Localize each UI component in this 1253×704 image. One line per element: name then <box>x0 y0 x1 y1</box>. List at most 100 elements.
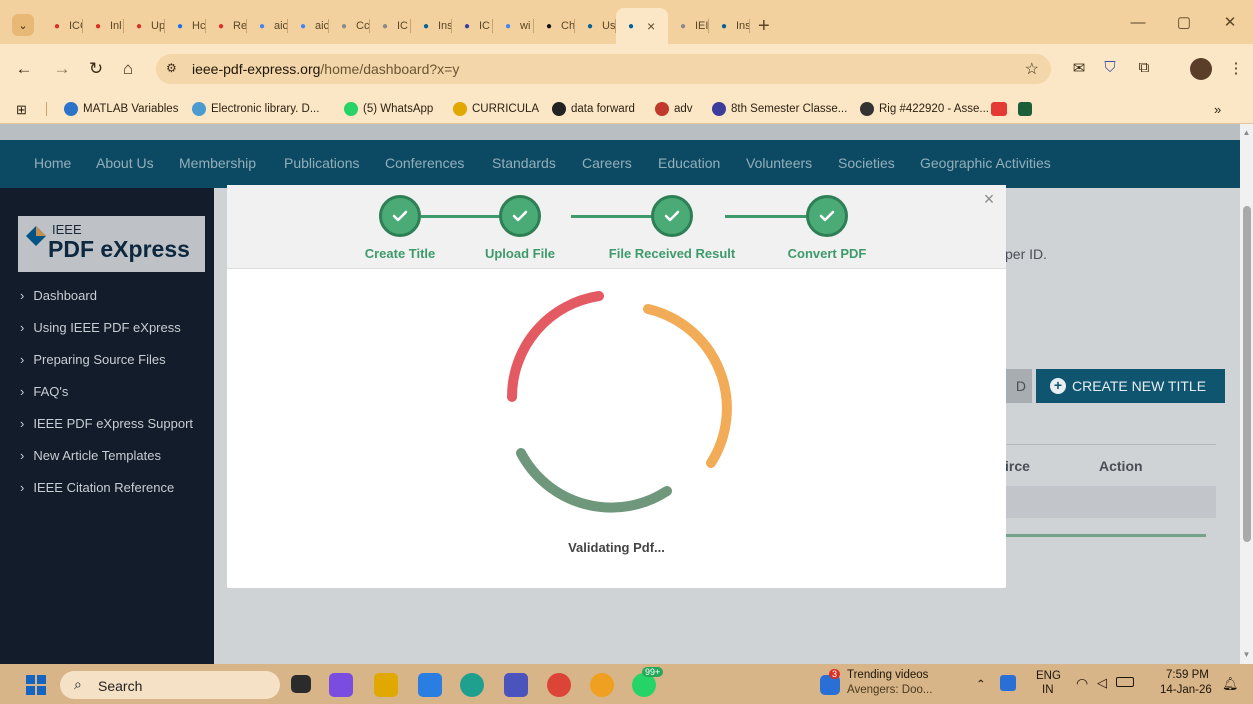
nav-link[interactable]: Volunteers <box>746 155 812 171</box>
close-window-button[interactable]: ✕ <box>1207 0 1253 44</box>
url-path: /home/dashboard?x=y <box>320 61 460 77</box>
browser-tab[interactable]: ● IC <box>370 11 411 41</box>
bookmark-item[interactable]: Electronic library. D... <box>192 102 319 116</box>
forward-icon[interactable]: → <box>52 59 72 79</box>
bookmark-item[interactable]: Rig #422920 - Asse... <box>860 102 989 116</box>
app-bookmark-icon[interactable] <box>1018 102 1032 116</box>
browser-tab[interactable]: ● Re <box>206 11 247 41</box>
browser-tab[interactable]: ● Up <box>124 11 165 41</box>
browser-tab[interactable]: ● IEI <box>668 11 709 41</box>
sidebar-item[interactable]: › FAQ's <box>20 384 68 399</box>
browser-tab[interactable]: ● Us <box>575 11 616 41</box>
browser-tab[interactable]: ● Ins <box>411 11 452 41</box>
scroll-up-icon[interactable]: ▲ <box>1242 128 1251 137</box>
sidebar-item[interactable]: › Preparing Source Files <box>20 352 166 367</box>
sidebar-item[interactable]: › Dashboard <box>20 288 97 303</box>
close-modal-button[interactable]: × <box>980 190 998 208</box>
menu-icon[interactable]: ⋮ <box>1226 59 1246 77</box>
browser-tab[interactable]: ● Hc <box>165 11 206 41</box>
teams-icon[interactable] <box>504 673 528 697</box>
browser-tab[interactable]: ● aic <box>247 11 288 41</box>
app-icon[interactable] <box>590 673 614 697</box>
minimize-button[interactable]: — <box>1115 0 1161 44</box>
close-tab-icon[interactable]: × <box>647 18 655 34</box>
mail-icon[interactable]: ✉ <box>1069 59 1089 77</box>
tray-app-icon[interactable] <box>1000 675 1016 691</box>
widgets-icon[interactable]: 3 <box>820 669 841 695</box>
sidebar-item[interactable]: › IEEE Citation Reference <box>20 480 174 495</box>
trending-subtitle[interactable]: Avengers: Doo... <box>847 684 932 696</box>
create-new-title-button[interactable]: + CREATE NEW TITLE <box>1036 369 1225 403</box>
clock-time[interactable]: 7:59 PM <box>1166 669 1209 681</box>
apps-grid-icon[interactable]: ⊞ <box>16 102 27 118</box>
tab-search-icon[interactable]: ⌄ <box>12 14 34 36</box>
wifi-icon[interactable]: ◠ <box>1076 675 1088 692</box>
sidebar-item[interactable]: › Using IEEE PDF eXpress <box>20 320 181 335</box>
sidebar-item[interactable]: › New Article Templates <box>20 448 161 463</box>
tab-label: Re <box>233 20 247 32</box>
sidebar-item[interactable]: › IEEE PDF eXpress Support <box>20 416 193 431</box>
browser-tab[interactable]: ● Inl <box>83 11 124 41</box>
extensions-icon[interactable]: ⧉ <box>1134 59 1154 76</box>
browser-tab[interactable]: ● IC <box>452 11 493 41</box>
restore-button[interactable]: ▢ <box>1161 0 1207 44</box>
nav-link[interactable]: Publications <box>284 155 360 171</box>
whatsapp-icon[interactable]: 99+ <box>632 667 664 697</box>
bookmark-item[interactable]: data forward <box>552 102 635 116</box>
tab-active[interactable]: ● × <box>616 8 668 44</box>
bookmark-item[interactable]: adv <box>655 102 693 116</box>
site-info-icon[interactable]: ⚙ <box>166 61 177 75</box>
language-bottom[interactable]: IN <box>1042 684 1054 696</box>
task-view-icon[interactable] <box>291 675 311 693</box>
address-bar[interactable]: ⚙ ieee-pdf-express.org/home/dashboard?x=… <box>156 54 1051 84</box>
browser-tab[interactable]: ● ICC <box>42 11 83 41</box>
volume-icon[interactable]: ◁ <box>1097 675 1107 691</box>
chrome-icon[interactable] <box>547 673 571 697</box>
notification-icon[interactable]: 🔔︎ <box>1222 676 1239 692</box>
nav-link[interactable]: Geographic Activities <box>920 155 1051 171</box>
nav-link[interactable]: Careers <box>582 155 632 171</box>
nav-link[interactable]: About Us <box>96 155 154 171</box>
page-scrollbar[interactable]: ▲ ▼ <box>1240 124 1253 664</box>
shield-extension-icon[interactable]: ⛉ <box>1100 59 1120 76</box>
bookmark-item[interactable]: MATLAB Variables <box>64 102 178 116</box>
youtube-icon[interactable] <box>991 102 1007 116</box>
taskbar-search[interactable]: ⌕ Search <box>60 671 280 699</box>
nav-link[interactable]: Standards <box>492 155 556 171</box>
language-top[interactable]: ENG <box>1036 670 1061 682</box>
nav-link[interactable]: Membership <box>179 155 256 171</box>
browser-tab[interactable]: ● Cc <box>329 11 370 41</box>
new-tab-button[interactable]: + <box>758 15 770 38</box>
copilot-icon[interactable] <box>329 673 353 697</box>
reload-icon[interactable]: ↻ <box>86 59 106 79</box>
browser-tab[interactable]: ● Ins <box>709 11 750 41</box>
nav-link[interactable]: Conferences <box>385 155 464 171</box>
url-text[interactable]: ieee-pdf-express.org/home/dashboard?x=y <box>192 61 459 77</box>
pdf-express-logo[interactable]: IEEE PDF eXpress <box>18 216 205 272</box>
sidebar-item-label: IEEE PDF eXpress Support <box>33 416 194 431</box>
nav-link[interactable]: Education <box>658 155 720 171</box>
trending-title[interactable]: Trending videos <box>847 669 928 681</box>
battery-icon[interactable] <box>1116 677 1134 687</box>
browser-tab[interactable]: ● wi <box>493 11 534 41</box>
nav-link[interactable]: Home <box>34 155 71 171</box>
bookmark-star-icon[interactable]: ☆ <box>1025 59 1039 79</box>
back-icon[interactable]: ← <box>14 59 34 79</box>
bookmark-item[interactable]: CURRICULA <box>453 102 539 116</box>
clock-date[interactable]: 14-Jan-26 <box>1160 684 1212 696</box>
nav-link[interactable]: Societies <box>838 155 895 171</box>
edge-icon[interactable] <box>460 673 484 697</box>
store-icon[interactable] <box>418 673 442 697</box>
bookmark-item[interactable]: (5) WhatsApp <box>344 102 433 116</box>
more-bookmarks-button[interactable]: » <box>1214 102 1221 117</box>
file-explorer-icon[interactable] <box>374 673 398 697</box>
home-icon[interactable]: ⌂ <box>118 59 138 79</box>
browser-tab[interactable]: ● Ch <box>534 11 575 41</box>
scroll-down-icon[interactable]: ▼ <box>1242 650 1251 659</box>
scroll-thumb[interactable] <box>1243 206 1251 542</box>
browser-tab[interactable]: ● aic <box>288 11 329 41</box>
start-windows-icon[interactable] <box>26 675 46 695</box>
bookmark-item[interactable]: 8th Semester Classe... <box>712 102 847 116</box>
profile-avatar[interactable] <box>1190 58 1212 80</box>
tray-overflow-icon[interactable]: ⌃ <box>976 677 986 691</box>
